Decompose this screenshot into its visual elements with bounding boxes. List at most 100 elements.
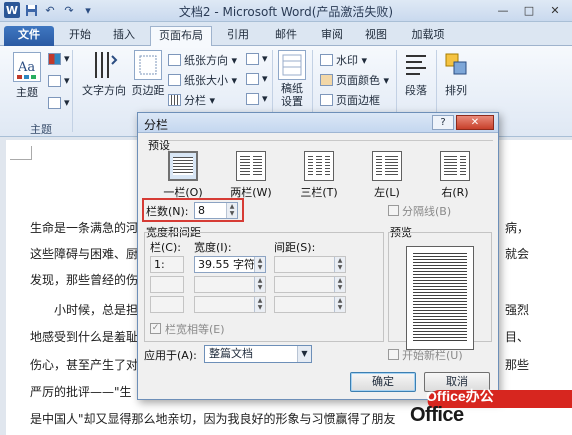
doc-line-fragment[interactable]: 那些	[505, 356, 529, 373]
minimize-button[interactable]: —	[490, 1, 516, 19]
preset-left-label: 左(L)	[374, 186, 400, 199]
orientation-label: 纸张方向 ▾	[184, 54, 238, 67]
svg-text:Aa: Aa	[17, 60, 35, 75]
preset-two[interactable]: 两栏(W)	[228, 151, 274, 200]
stepper-arrows-icon[interactable]: ▲ ▼	[254, 257, 265, 272]
equal-width-label: 栏宽相等(E)	[165, 323, 225, 336]
preset-three[interactable]: 三栏(T)	[296, 151, 342, 200]
margins-button[interactable]: 页边距	[130, 50, 166, 98]
tab-references[interactable]: 引用	[220, 26, 256, 46]
tab-home[interactable]: 开始	[62, 26, 98, 46]
stepper-arrows-icon[interactable]: ▲ ▼	[226, 203, 237, 218]
close-button[interactable]: ✕	[542, 1, 568, 19]
ok-button[interactable]: 确定	[350, 372, 416, 392]
themes-icon: Aa	[13, 52, 41, 82]
theme-effects-button[interactable]: ▾	[48, 96, 70, 109]
preset-left[interactable]: 左(L)	[364, 151, 410, 200]
start-new-column-label: 开始新栏(U)	[402, 349, 463, 362]
doc-line[interactable]: 严厉的批评——"生	[30, 383, 132, 400]
doc-line-fragment[interactable]: 就会	[505, 245, 529, 262]
apply-to-select[interactable]: 整篇文档 ▼	[204, 345, 312, 363]
doc-line[interactable]: 伤心，甚至产生了对	[30, 356, 138, 373]
doc-line[interactable]: 小时候，总是担	[54, 301, 138, 318]
tab-view[interactable]: 视图	[358, 26, 394, 46]
stepper-arrows-icon: ▲ ▼	[334, 297, 345, 312]
text-direction-button[interactable]: 文字方向	[80, 50, 128, 98]
dialog-title-bar[interactable]: 分栏 ? ✕	[138, 113, 498, 133]
help-button[interactable]: ?	[432, 115, 454, 130]
draft-paper-icon	[278, 50, 306, 80]
preview-text-lines	[413, 253, 467, 343]
office-watermark-logo: Office办公 Office	[408, 380, 572, 435]
arrange-label: 排列	[445, 84, 467, 97]
doc-line-fragment[interactable]: 目、	[505, 328, 529, 345]
theme-fonts-button[interactable]: ▾	[48, 74, 70, 87]
orientation-button[interactable]: 纸张方向 ▾	[168, 52, 237, 68]
theme-colors-button[interactable]: ▾	[48, 52, 70, 65]
line-numbers-button[interactable]: ▾	[246, 72, 268, 85]
page-color-label: 页面颜色 ▾	[336, 74, 390, 87]
tab-mailings[interactable]: 邮件	[268, 26, 304, 46]
breaks-button[interactable]: ▾	[246, 52, 268, 65]
spacing-field: ▲ ▼	[274, 276, 346, 293]
fonts-icon	[48, 74, 61, 87]
spacing-field: ▲ ▼	[274, 256, 346, 273]
stepper-arrows-icon: ▲ ▼	[334, 277, 345, 292]
columns-dialog: 分栏 ? ✕ 预设 一栏(O) 两栏(W) 三栏(T) 左(L) 右(R) 栏数…	[137, 112, 499, 400]
tab-add-ins[interactable]: 加载项	[404, 26, 452, 46]
doc-line[interactable]: 发现，那些曾经的伤	[30, 271, 138, 288]
column-number-field	[150, 296, 184, 313]
columns-count-value: 8	[198, 204, 205, 217]
page-corner-mark	[10, 146, 32, 160]
watermark-button[interactable]: 水印 ▾	[320, 52, 367, 68]
hyphenation-button[interactable]: ▾	[246, 92, 268, 105]
dialog-close-button[interactable]: ✕	[456, 115, 494, 130]
size-button[interactable]: 纸张大小 ▾	[168, 72, 237, 88]
line-between-checkbox[interactable]	[388, 205, 399, 216]
column-number-value: 1:	[154, 258, 165, 271]
doc-line[interactable]: 地感受到什么是羞耻	[30, 328, 138, 345]
colors-icon	[48, 52, 61, 65]
breaks-icon	[246, 52, 259, 65]
preset-right[interactable]: 右(R)	[432, 151, 478, 200]
start-new-column-checkbox[interactable]	[388, 349, 399, 360]
spacing-field: ▲ ▼	[274, 296, 346, 313]
tab-insert[interactable]: 插入	[106, 26, 142, 46]
doc-line[interactable]: 是中国人"却又显得那么地亲切，因为我良好的形象与习惯赢得了朋友	[30, 410, 396, 427]
themes-button[interactable]: Aa 主题	[10, 52, 44, 100]
doc-line[interactable]: 生命是一条满急的河	[30, 219, 138, 236]
margins-label: 页边距	[131, 84, 165, 97]
one-column-icon	[168, 151, 198, 181]
draft-paper-label: 稿纸 设置	[281, 82, 303, 108]
doc-line-fragment[interactable]: 病，	[505, 219, 529, 236]
stepper-arrows-icon: ▲ ▼	[334, 257, 345, 272]
columns-count-stepper[interactable]: 8 ▲ ▼	[194, 202, 238, 219]
text-direction-label: 文字方向	[82, 84, 126, 97]
paragraph-button[interactable]: 段落	[400, 50, 432, 98]
tab-review[interactable]: 审阅	[314, 26, 350, 46]
orientation-icon	[168, 54, 181, 66]
ribbon-separator	[72, 50, 73, 132]
doc-line[interactable]: 这些障碍与困难、厨	[30, 245, 138, 262]
paragraph-label: 段落	[405, 84, 427, 97]
page-color-button[interactable]: 页面颜色 ▾	[320, 72, 389, 88]
doc-line-fragment[interactable]: 强烈	[505, 301, 529, 318]
width-field: ▲ ▼	[194, 296, 266, 313]
page-border-button[interactable]: 页面边框	[320, 92, 380, 108]
width-field: ▲ ▼	[194, 276, 266, 293]
arrange-button[interactable]: 排列	[440, 50, 472, 98]
watermark-icon	[320, 54, 333, 66]
apply-to-value: 整篇文档	[209, 347, 253, 360]
tab-file[interactable]: 文件	[4, 26, 54, 46]
width-field[interactable]: 39.55 字符 ▲ ▼	[194, 256, 266, 273]
columns-button[interactable]: 分栏 ▾	[168, 92, 215, 108]
draft-paper-button[interactable]: 稿纸 设置	[276, 50, 308, 108]
title-bar: W ↶ ↷ ▾ 文档2 - Microsoft Word(产品激活失败) — □…	[0, 0, 572, 22]
tab-page-layout[interactable]: 页面布局	[150, 26, 212, 47]
equal-width-checkbox[interactable]: ✓	[150, 323, 161, 334]
line-numbers-icon	[246, 72, 259, 85]
paragraph-icon	[402, 50, 430, 80]
preset-one[interactable]: 一栏(O)	[160, 151, 206, 200]
maximize-button[interactable]: □	[516, 1, 542, 19]
apply-to-label: 应用于(A):	[144, 349, 197, 362]
